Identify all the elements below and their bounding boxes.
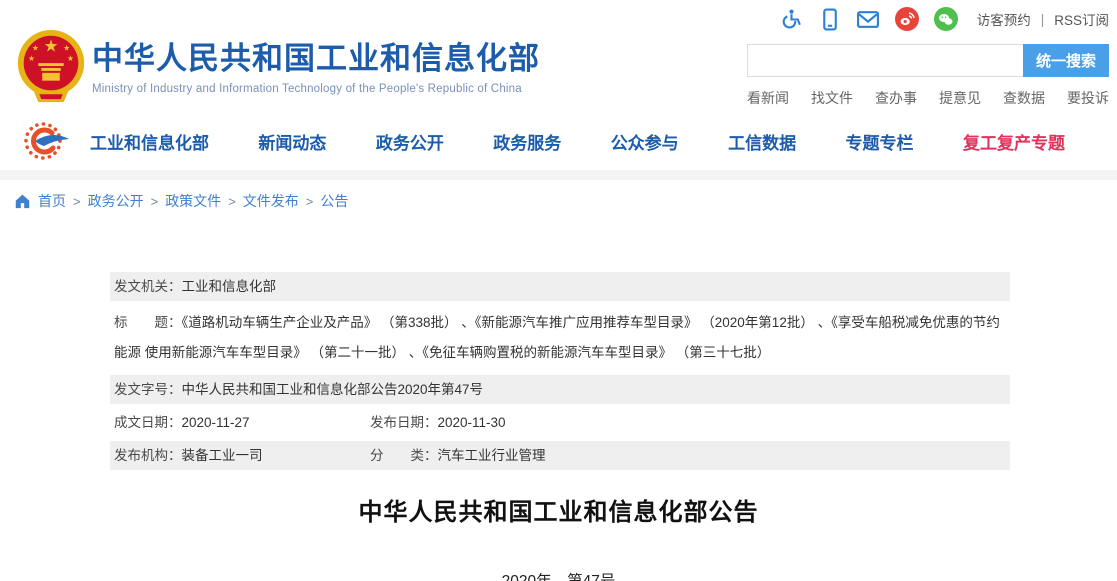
meta-cell: 发布机构：装备工业一司 xyxy=(114,446,370,465)
site-header: ★ ★ ★ ★ ★ 中华人民共和国工业和信息化部 Ministry of Ind… xyxy=(0,0,1117,112)
meta-row: 发布机构：装备工业一司分 类：汽车工业行业管理 xyxy=(110,441,1010,470)
meta-label: 成文日期： xyxy=(114,415,182,430)
meta-cell: 成文日期：2020-11-27 xyxy=(114,413,370,432)
quick-link[interactable]: 查数据 xyxy=(1003,88,1045,108)
meta-value: 2020-11-30 xyxy=(438,415,506,430)
search-area: 统一搜索 看新闻 找文件 查办事 提意见 查数据 要投诉 xyxy=(747,44,1109,108)
meta-cell: 发文字号：中华人民共和国工业和信息化部公告2020年第47号 xyxy=(114,382,483,397)
meta-cell: 发布日期：2020-11-30 xyxy=(370,415,506,430)
breadcrumb-items: 首页 > 政务公开 > 政策文件 > 文件发布 > 公告 xyxy=(38,191,348,211)
nav-item[interactable]: 工业和信息化部 xyxy=(90,129,209,154)
svg-text:★: ★ xyxy=(67,54,74,63)
weibo-icon[interactable] xyxy=(895,7,919,31)
quick-link[interactable]: 看新闻 xyxy=(747,88,789,108)
accessibility-icon[interactable] xyxy=(780,8,803,31)
quick-link[interactable]: 提意见 xyxy=(939,88,981,108)
divider-strip xyxy=(0,170,1117,180)
quick-link[interactable]: 查办事 xyxy=(875,88,917,108)
utility-links: 访客预约 | RSS订阅 xyxy=(977,9,1109,29)
breadcrumb-item[interactable]: 政务公开 xyxy=(88,191,144,211)
quick-link[interactable]: 要投诉 xyxy=(1067,88,1109,108)
site-title-block: 中华人民共和国工业和信息化部 Ministry of Industry and … xyxy=(92,33,540,95)
meta-row: 发文机关：工业和信息化部 xyxy=(110,272,1010,301)
document-title: 中华人民共和国工业和信息化部公告 xyxy=(0,492,1117,527)
nav-item[interactable]: 新闻动态 xyxy=(258,129,326,154)
breadcrumb-separator: > xyxy=(73,194,81,209)
site-title: 中华人民共和国工业和信息化部 xyxy=(92,33,540,78)
quick-link[interactable]: 找文件 xyxy=(811,88,853,108)
document-meta-table: 发文机关：工业和信息化部标 题：《道路机动车辆生产企业及产品》 （第338批） … xyxy=(110,272,1010,470)
meta-value: 汽车工业行业管理 xyxy=(438,448,546,463)
nav-item[interactable]: 公众参与 xyxy=(611,129,679,154)
meta-value: 装备工业一司 xyxy=(182,448,263,463)
breadcrumb-item[interactable]: 政策文件 xyxy=(165,191,221,211)
svg-text:★: ★ xyxy=(32,43,39,52)
wechat-icon[interactable] xyxy=(934,7,958,31)
nav-item[interactable]: 政务服务 xyxy=(493,129,561,154)
nav-items: 工业和信息化部 新闻动态 政务公开 政务服务 公众参与 工信数据 专题专栏 复工复产专题 xyxy=(90,129,1065,154)
quick-links: 看新闻 找文件 查办事 提意见 查数据 要投诉 xyxy=(747,88,1109,108)
meta-cell: 发文机关：工业和信息化部 xyxy=(114,279,276,294)
nav-item[interactable]: 政务公开 xyxy=(376,129,444,154)
breadcrumb: 首页 > 政务公开 > 政策文件 > 文件发布 > 公告 xyxy=(0,180,1117,220)
breadcrumb-item[interactable]: 文件发布 xyxy=(243,191,299,211)
utility-separator: | xyxy=(1041,12,1045,27)
mobile-icon[interactable] xyxy=(818,8,841,31)
breadcrumb-separator: > xyxy=(151,194,159,209)
rss-subscribe-link[interactable]: RSS订阅 xyxy=(1054,9,1109,29)
meta-label: 发布机构： xyxy=(114,448,182,463)
meta-cell: 标 题：《道路机动车辆生产企业及产品》 （第338批） 、《新能源汽车推广应用推… xyxy=(114,315,1000,360)
meta-label: 发文字号： xyxy=(114,382,182,397)
svg-text:★: ★ xyxy=(44,36,59,55)
meta-label: 发布日期： xyxy=(370,415,438,430)
breadcrumb-item[interactable]: 公告 xyxy=(320,191,348,211)
national-emblem-logo: ★ ★ ★ ★ ★ xyxy=(12,26,90,108)
visitor-appointment-link[interactable]: 访客预约 xyxy=(977,9,1031,29)
nav-item[interactable]: 工信数据 xyxy=(728,129,796,154)
meta-row: 成文日期：2020-11-27发布日期：2020-11-30 xyxy=(110,408,1010,437)
breadcrumb-separator: > xyxy=(228,194,236,209)
breadcrumb-separator: > xyxy=(306,194,314,209)
meta-row: 标 题：《道路机动车辆生产企业及产品》 （第338批） 、《新能源汽车推广应用推… xyxy=(110,305,1010,371)
svg-text:★: ★ xyxy=(63,43,70,52)
document-number-line: 2020年 第47号 xyxy=(0,569,1117,581)
utility-bar: 访客预约 | RSS订阅 xyxy=(780,7,1109,31)
nav-item[interactable]: 专题专栏 xyxy=(846,129,914,154)
nav-item[interactable]: 复工复产专题 xyxy=(963,129,1065,154)
meta-label: 发文机关： xyxy=(114,279,182,294)
meta-cell: 分 类：汽车工业行业管理 xyxy=(370,448,546,463)
meta-value: 2020-11-27 xyxy=(182,415,250,430)
meta-row: 发文字号：中华人民共和国工业和信息化部公告2020年第47号 xyxy=(110,375,1010,404)
search-input[interactable] xyxy=(747,44,1023,77)
meta-label: 分 类： xyxy=(370,448,438,463)
miit-logo-icon xyxy=(22,118,72,164)
unified-search-button[interactable]: 统一搜索 xyxy=(1023,44,1109,77)
breadcrumb-item[interactable]: 首页 xyxy=(38,191,66,211)
svg-text:★: ★ xyxy=(28,54,35,63)
site-subtitle: Ministry of Industry and Information Tec… xyxy=(92,83,540,95)
main-nav: 工业和信息化部 新闻动态 政务公开 政务服务 公众参与 工信数据 专题专栏 复工复产专题 xyxy=(0,112,1117,170)
meta-value: 《道路机动车辆生产企业及产品》 （第338批） 、《新能源汽车推广应用推荐车型目… xyxy=(114,315,1000,360)
meta-value: 中华人民共和国工业和信息化部公告2020年第47号 xyxy=(182,382,484,397)
meta-value: 工业和信息化部 xyxy=(182,279,277,294)
home-icon xyxy=(14,193,31,209)
meta-label: 标 题： xyxy=(114,315,182,330)
mail-icon[interactable] xyxy=(856,8,880,31)
